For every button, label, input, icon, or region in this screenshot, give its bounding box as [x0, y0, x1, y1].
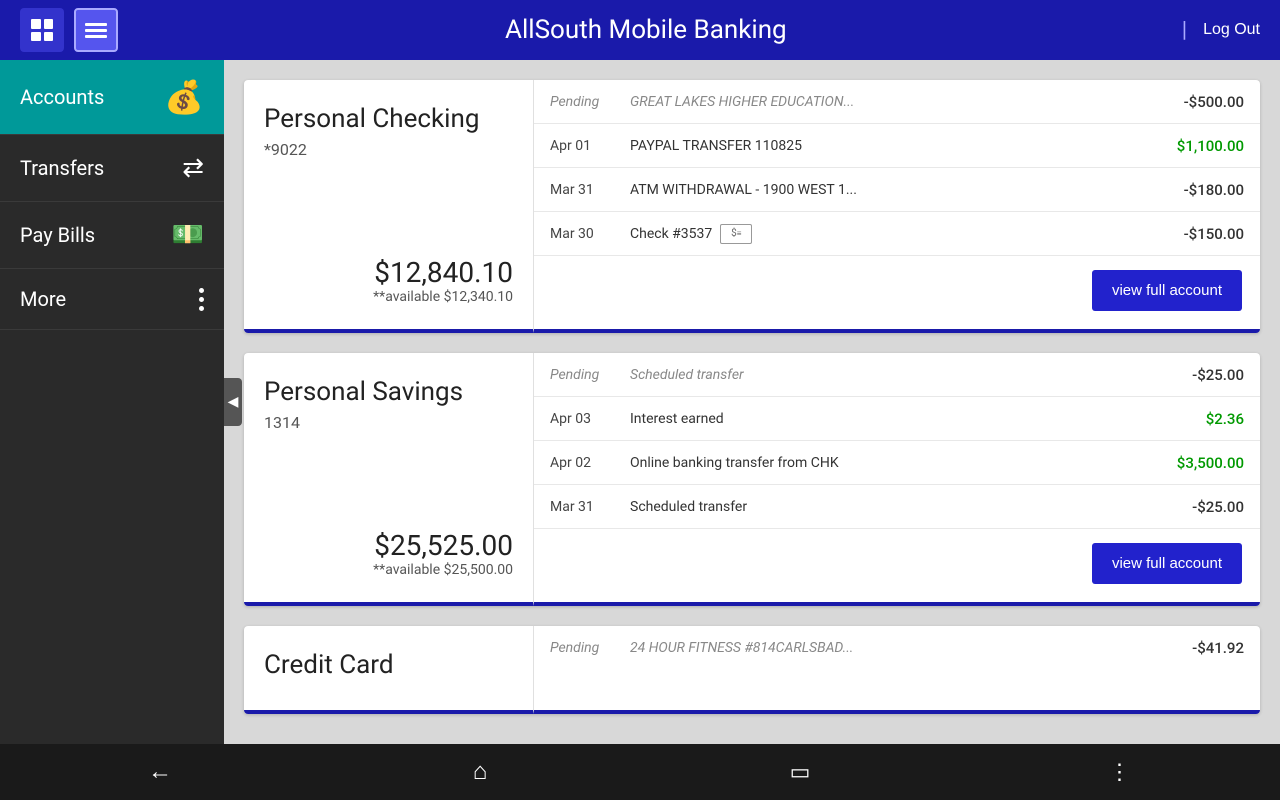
table-row: Pending Scheduled transfer -$25.00	[534, 353, 1260, 397]
tx-amount: -$25.00	[1192, 366, 1244, 384]
savings-account-name: Personal Savings	[264, 377, 513, 407]
tx-date: Pending	[550, 640, 630, 656]
table-row: Apr 03 Interest earned $2.36	[534, 397, 1260, 441]
account-creditcard-left: Credit Card	[244, 626, 534, 714]
grid-icon	[31, 19, 53, 41]
view-full-savings-button[interactable]: view full account	[1092, 543, 1242, 584]
account-card-checking: Personal Checking *9022 $12,840.10 **ava…	[244, 80, 1260, 333]
logout-button[interactable]: Log Out	[1203, 21, 1260, 39]
sidebar-item-transfers[interactable]: Transfers ⇄	[0, 135, 224, 202]
tx-amount: -$500.00	[1184, 93, 1244, 111]
tx-desc: 24 HOUR FITNESS #814CARLSBAD...	[630, 640, 1184, 656]
grid-view-button[interactable]	[20, 8, 64, 52]
sidebar: Accounts 💰 Transfers ⇄ Pay Bills 💵 More …	[0, 60, 224, 744]
tx-date: Apr 02	[550, 455, 630, 471]
savings-account-number: 1314	[264, 413, 513, 432]
savings-balance: $25,525.00	[264, 529, 513, 562]
main-layout: Accounts 💰 Transfers ⇄ Pay Bills 💵 More …	[0, 60, 1280, 744]
account-card-savings: Personal Savings 1314 $25,525.00 **avail…	[244, 353, 1260, 606]
sidebar-paybills-label: Pay Bills	[20, 223, 95, 247]
more-icon	[199, 288, 204, 311]
tx-date: Apr 03	[550, 411, 630, 427]
sidebar-item-accounts[interactable]: Accounts 💰	[0, 60, 224, 135]
overflow-icon: ⋮	[1109, 759, 1132, 785]
paybills-icon: 💵	[172, 220, 204, 250]
view-full-row: view full account	[534, 256, 1260, 329]
top-bar-right: | Log Out	[1174, 18, 1260, 43]
recents-icon: ▭	[790, 759, 811, 785]
back-button[interactable]: ←	[130, 752, 190, 792]
tx-amount: $1,100.00	[1177, 137, 1244, 155]
overflow-menu-button[interactable]: ⋮	[1090, 752, 1150, 792]
table-row: Pending GREAT LAKES HIGHER EDUCATION... …	[534, 80, 1260, 124]
tx-amount: -$180.00	[1184, 181, 1244, 199]
check-image-icon: $≡	[720, 224, 752, 244]
transfers-icon: ⇄	[182, 153, 204, 183]
table-row: Mar 31 Scheduled transfer -$25.00	[534, 485, 1260, 529]
tx-date: Mar 31	[550, 182, 630, 198]
view-toggle-group	[20, 8, 118, 52]
app-title: AllSouth Mobile Banking	[118, 15, 1174, 45]
table-row: Mar 31 ATM WITHDRAWAL - 1900 WEST 1... -…	[534, 168, 1260, 212]
table-row: Pending 24 HOUR FITNESS #814CARLSBAD... …	[534, 626, 1260, 670]
view-full-checking-button[interactable]: view full account	[1092, 270, 1242, 311]
tx-date: Pending	[550, 367, 630, 383]
tx-amount: -$25.00	[1192, 498, 1244, 516]
recents-button[interactable]: ▭	[770, 752, 830, 792]
tx-date: Pending	[550, 94, 630, 110]
table-row: Apr 01 PAYPAL TRANSFER 110825 $1,100.00	[534, 124, 1260, 168]
tx-amount: -$150.00	[1184, 225, 1244, 243]
tx-desc: Scheduled transfer	[630, 499, 1184, 515]
tx-amount: $3,500.00	[1177, 454, 1244, 472]
creditcard-account-name: Credit Card	[264, 650, 513, 680]
content-area: Personal Checking *9022 $12,840.10 **ava…	[224, 60, 1280, 744]
tx-desc: GREAT LAKES HIGHER EDUCATION...	[630, 94, 1176, 110]
account-card-creditcard: Credit Card Pending 24 HOUR FITNESS #814…	[244, 626, 1260, 714]
sidebar-more-label: More	[20, 287, 66, 311]
account-savings-left: Personal Savings 1314 $25,525.00 **avail…	[244, 353, 534, 606]
checking-account-number: *9022	[264, 140, 513, 159]
tx-desc: ATM WITHDRAWAL - 1900 WEST 1...	[630, 182, 1176, 198]
creditcard-transactions: Pending 24 HOUR FITNESS #814CARLSBAD... …	[534, 626, 1260, 714]
tx-date: Mar 30	[550, 226, 630, 242]
tx-desc: Online banking transfer from CHK	[630, 455, 1169, 471]
tx-desc: Scheduled transfer	[630, 367, 1184, 383]
tx-desc: Check #3537 $≡	[630, 224, 1176, 244]
account-checking-left: Personal Checking *9022 $12,840.10 **ava…	[244, 80, 534, 333]
home-icon: ⌂	[473, 758, 488, 786]
list-icon	[85, 23, 107, 38]
checking-balance: $12,840.10	[264, 256, 513, 289]
tx-amount: $2.36	[1206, 410, 1244, 428]
sidebar-item-paybills[interactable]: Pay Bills 💵	[0, 202, 224, 269]
list-view-button[interactable]	[74, 8, 118, 52]
tx-desc: PAYPAL TRANSFER 110825	[630, 138, 1169, 154]
top-bar: AllSouth Mobile Banking | Log Out	[0, 0, 1280, 60]
back-icon: ←	[148, 758, 172, 786]
table-row: Apr 02 Online banking transfer from CHK …	[534, 441, 1260, 485]
checking-transactions: Pending GREAT LAKES HIGHER EDUCATION... …	[534, 80, 1260, 333]
tx-amount: -$41.92	[1192, 639, 1244, 657]
divider: |	[1182, 18, 1187, 43]
bottom-nav: ← ⌂ ▭ ⋮	[0, 744, 1280, 800]
home-button[interactable]: ⌂	[450, 752, 510, 792]
view-full-row: view full account	[534, 529, 1260, 602]
checking-account-name: Personal Checking	[264, 104, 513, 134]
sidebar-item-more[interactable]: More	[0, 269, 224, 330]
savings-transactions: Pending Scheduled transfer -$25.00 Apr 0…	[534, 353, 1260, 606]
sidebar-accounts-label: Accounts	[20, 85, 104, 109]
tx-desc: Interest earned	[630, 411, 1198, 427]
sidebar-collapse-button[interactable]: ◀	[224, 378, 242, 426]
tx-date: Apr 01	[550, 138, 630, 154]
accounts-icon: 💰	[164, 78, 204, 116]
savings-available: **available $25,500.00	[264, 562, 513, 578]
checking-available: **available $12,340.10	[264, 289, 513, 305]
tx-date: Mar 31	[550, 499, 630, 515]
sidebar-transfers-label: Transfers	[20, 156, 104, 180]
table-row: Mar 30 Check #3537 $≡ -$150.00	[534, 212, 1260, 256]
